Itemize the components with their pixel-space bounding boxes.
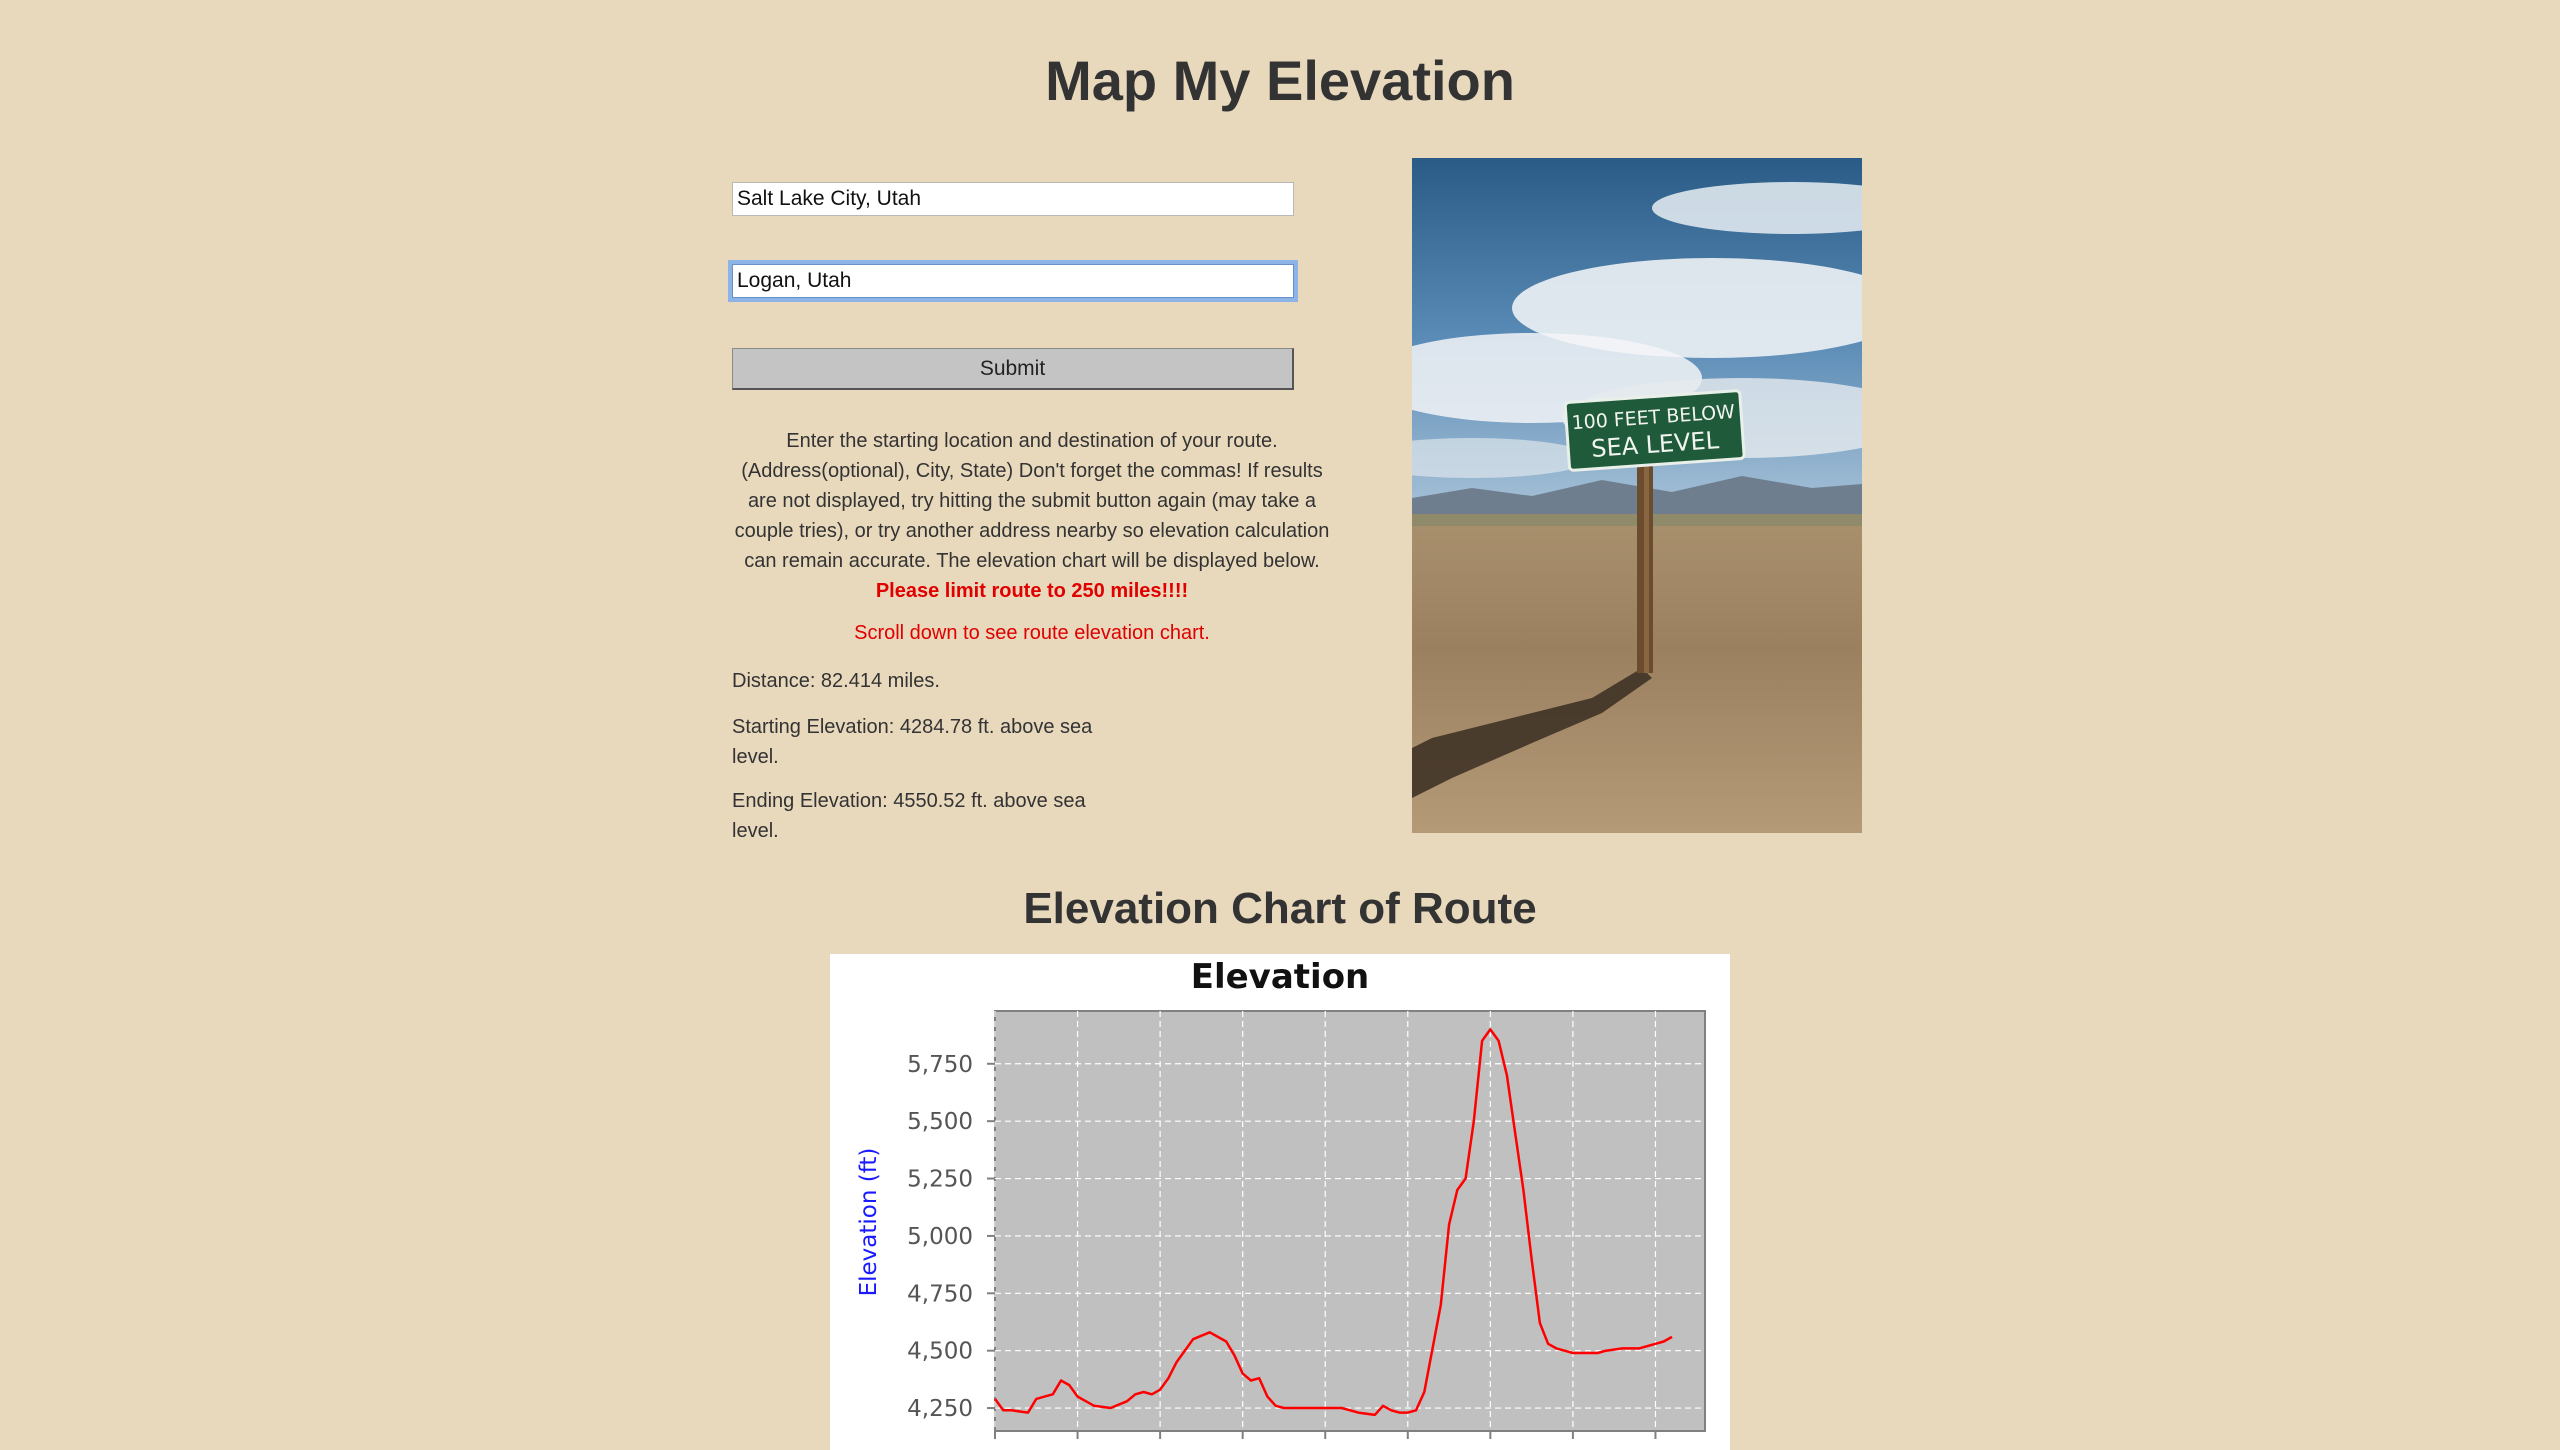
instructions-text: Enter the starting location and destinat… bbox=[732, 426, 1332, 606]
y-tick-label: 5,750 bbox=[907, 1052, 973, 1078]
y-tick-label: 4,500 bbox=[907, 1339, 973, 1365]
y-tick-label: 4,250 bbox=[907, 1396, 973, 1422]
elevation-chart: Elevation Elevation (ft) 4,250 4,500 4,750… bbox=[830, 954, 1730, 1450]
route-limit-warning: Please limit route to 250 miles!!!! bbox=[875, 580, 1189, 602]
sea-level-sign-photo: 100 FEET BELOW SEA LEVEL bbox=[1412, 158, 1862, 833]
y-axis-label: Elevation (ft) bbox=[856, 1148, 882, 1297]
origin-input[interactable] bbox=[732, 182, 1294, 216]
y-tick-label: 5,500 bbox=[907, 1109, 973, 1135]
scroll-note: Scroll down to see route elevation chart… bbox=[854, 622, 1210, 644]
ending-elevation-result: Ending Elevation: 4550.52 ft. above sea … bbox=[732, 790, 1086, 842]
distance-result: Distance: 82.414 miles. bbox=[732, 670, 940, 692]
y-tick-label: 4,750 bbox=[907, 1281, 973, 1307]
starting-elevation-result: Starting Elevation: 4284.78 ft. above se… bbox=[732, 716, 1093, 768]
y-tick-label: 5,250 bbox=[907, 1167, 973, 1193]
destination-input[interactable] bbox=[728, 260, 1298, 302]
chart-title: Elevation bbox=[1191, 957, 1370, 997]
submit-button[interactable]: Submit bbox=[732, 348, 1294, 390]
instructions-body: Enter the starting location and destinat… bbox=[734, 430, 1330, 572]
plot-area bbox=[994, 1010, 1706, 1432]
page-title: Map My Elevation bbox=[1045, 49, 1515, 112]
chart-heading: Elevation Chart of Route bbox=[1023, 884, 1537, 933]
y-tick-label: 5,000 bbox=[907, 1224, 973, 1250]
